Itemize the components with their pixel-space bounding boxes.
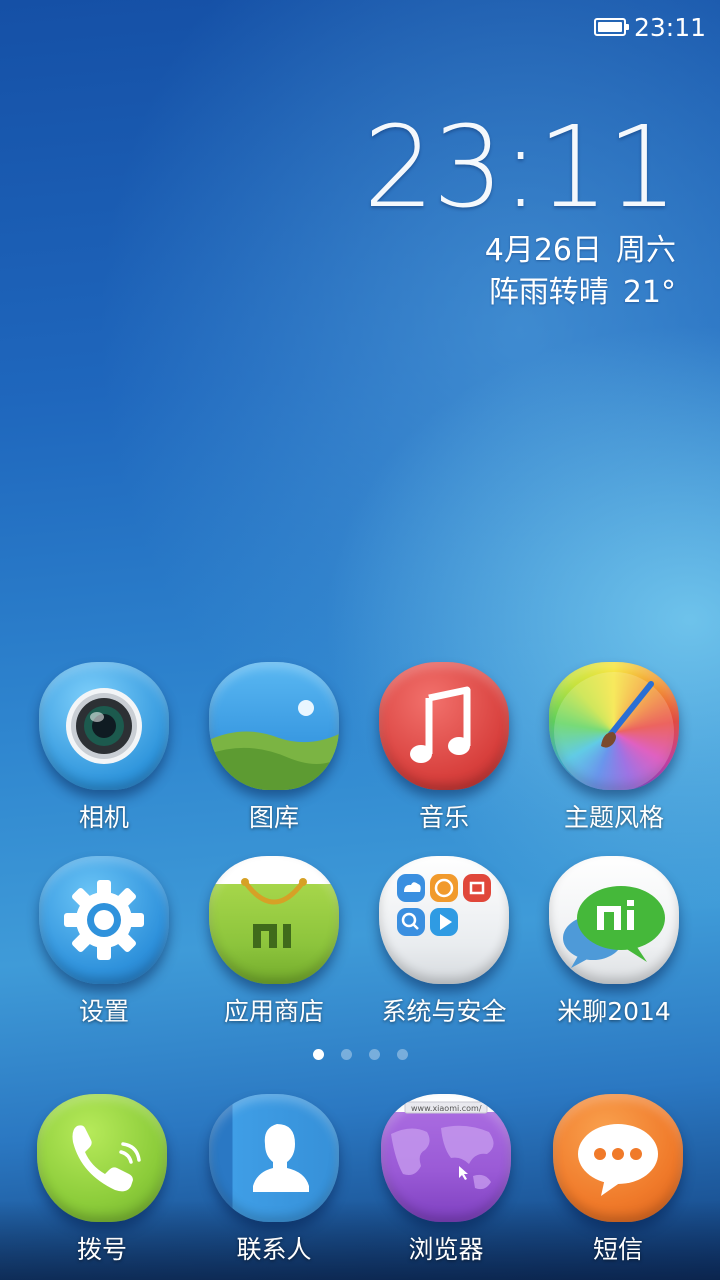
app-system-security[interactable]: 系统与安全 [359,856,529,1028]
app-label: 设置 [78,997,129,1026]
dock-app-contacts[interactable]: 联系人 [189,1094,359,1266]
battery-icon [593,18,629,36]
gallery-icon [209,662,339,790]
page-dot-active[interactable] [312,1049,324,1060]
dock-app-browser[interactable]: www.xiaomi.com/ 浏览器 [361,1094,531,1266]
status-time: 23:11 [633,12,706,42]
page-indicator [0,1049,720,1060]
widget-temperature: 21° [622,275,676,310]
app-label: 短信 [592,1235,643,1264]
app-label: 相机 [78,803,129,832]
battery-level-fill [597,22,622,32]
app-label: 应用商店 [223,997,324,1026]
app-store-bag-icon [209,856,339,984]
dock-app-phone[interactable]: 拨号 [17,1094,187,1266]
widget-weather: 阵雨转晴 [488,275,609,310]
widget-weekday: 周六 [616,233,676,268]
browser-url-text: www.xiaomi.com/ [411,1104,482,1113]
app-label: 主题风格 [563,803,664,832]
app-label: 浏览器 [408,1235,484,1264]
app-theme[interactable]: 主题风格 [529,662,699,834]
miliao-chat-icon [549,856,679,984]
app-miliao[interactable]: 米聊2014 [529,856,699,1028]
clock-weather-widget[interactable]: 23:11 4月26日 周六 阵雨转晴 21° [363,103,678,314]
app-settings[interactable]: 设置 [19,856,189,1028]
widget-weather-line: 阵雨转晴 21° [363,272,676,314]
home-screen: 23:11 23:11 4月26日 周六 阵雨转晴 21° 相机 图库 音乐 主… [0,0,720,1280]
app-label: 米聊2014 [557,997,671,1026]
settings-gear-icon [39,856,169,984]
app-label: 联系人 [236,1235,312,1264]
phone-icon [37,1094,167,1222]
widget-clock-time: 23:11 [363,103,678,233]
camera-icon [39,662,169,790]
app-music[interactable]: 音乐 [359,662,529,834]
app-store[interactable]: 应用商店 [189,856,359,1028]
app-label: 图库 [248,803,299,832]
music-icon [379,662,509,790]
app-gallery[interactable]: 图库 [189,662,359,834]
widget-date: 4月26日 [484,233,602,268]
system-security-folder-icon [379,856,509,984]
browser-icon: www.xiaomi.com/ [381,1094,511,1222]
widget-date-line: 4月26日 周六 [363,230,676,272]
page-dot[interactable] [340,1049,352,1060]
message-icon [553,1094,683,1222]
page-dot[interactable] [396,1049,408,1060]
dock-app-sms[interactable]: 短信 [533,1094,703,1266]
app-label: 系统与安全 [381,997,507,1026]
contacts-icon [209,1094,339,1222]
theme-brush-icon [549,662,679,790]
app-label: 音乐 [418,803,469,832]
page-dot[interactable] [368,1049,380,1060]
app-camera[interactable]: 相机 [19,662,189,834]
app-label: 拨号 [76,1235,127,1264]
status-bar: 23:11 [593,10,706,44]
